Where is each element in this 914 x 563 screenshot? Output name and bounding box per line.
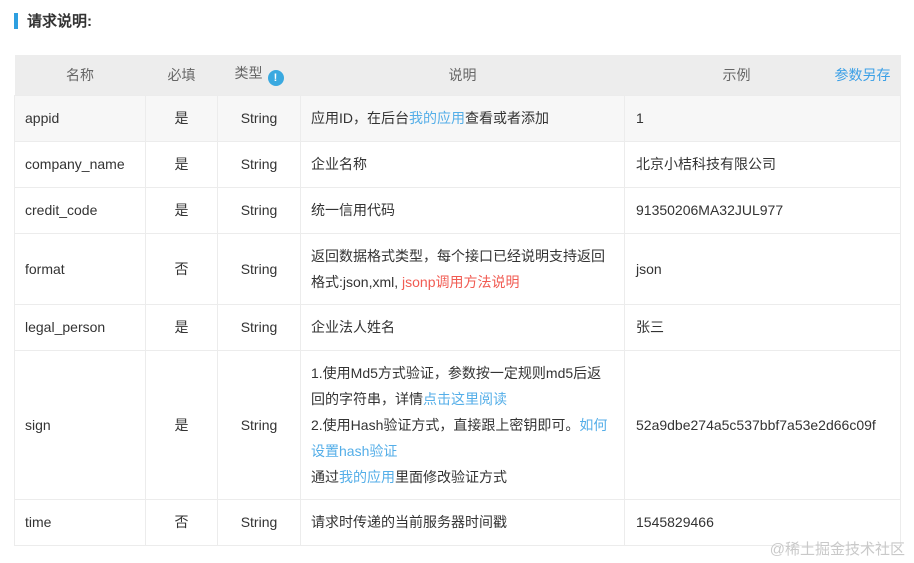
desc-text: 查看或者添加 xyxy=(465,110,549,126)
param-example: 1 xyxy=(624,94,901,142)
desc-line: 2.使用Hash验证方式，直接跟上密钥即可。如何设置hash验证 xyxy=(311,412,614,464)
save-params-link[interactable]: 参数另存 xyxy=(835,55,891,95)
param-required: 是 xyxy=(145,94,218,142)
section-title: 请求说明: xyxy=(14,10,92,31)
param-description: 统一信用代码 xyxy=(300,186,625,234)
param-required: 是 xyxy=(145,186,218,234)
param-description: 企业法人姓名 xyxy=(300,303,625,351)
desc-text: 企业名称 xyxy=(311,156,367,172)
type-info-icon[interactable]: ! xyxy=(267,70,284,87)
desc-line: 通过我的应用里面修改验证方式 xyxy=(311,464,614,490)
header-type-label: 类型 xyxy=(234,65,263,82)
param-required: 否 xyxy=(145,498,218,546)
table-row-legal-person[interactable]: legal_person 是 String 企业法人姓名 张三 xyxy=(14,303,901,351)
table-header-row: 名称 必填 类型! 说明 示例 参数另存 xyxy=(14,55,901,95)
param-name: appid xyxy=(14,94,146,142)
param-required: 否 xyxy=(145,232,218,305)
desc-text: 应用ID，在后台 xyxy=(311,110,409,126)
param-type: String xyxy=(217,232,301,305)
param-name: format xyxy=(14,232,146,305)
param-name: credit_code xyxy=(14,186,146,234)
my-apps-link[interactable]: 我的应用 xyxy=(409,110,465,126)
table-row-time[interactable]: time 否 String 请求时传递的当前服务器时间戳 1545829466 xyxy=(14,498,901,546)
desc-line: 1.使用Md5方式验证，参数按一定规则md5后返回的字符串，详情点击这里阅读 xyxy=(311,360,614,412)
param-type: String xyxy=(217,498,301,546)
param-description: 返回数据格式类型，每个接口已经说明支持返回格式:json,xml, jsonp调… xyxy=(300,232,625,305)
section-title-text: 请求说明: xyxy=(27,13,92,30)
header-description: 说明 xyxy=(300,55,625,95)
table-row-sign[interactable]: sign 是 String 1.使用Md5方式验证，参数按一定规则md5后返回的… xyxy=(14,349,901,500)
header-example-label: 示例 xyxy=(722,66,751,83)
param-required: 是 xyxy=(145,349,218,500)
param-description: 1.使用Md5方式验证，参数按一定规则md5后返回的字符串，详情点击这里阅读 2… xyxy=(300,349,625,500)
header-example: 示例 参数另存 xyxy=(624,55,901,95)
param-example: 北京小桔科技有限公司 xyxy=(624,140,901,188)
desc-text: 统一信用代码 xyxy=(311,202,395,218)
header-name: 名称 xyxy=(14,55,146,95)
table-row-format[interactable]: format 否 String 返回数据格式类型，每个接口已经说明支持返回格式:… xyxy=(14,232,901,305)
header-type: 类型! xyxy=(217,55,301,95)
header-required: 必填 xyxy=(145,55,218,95)
param-example: 张三 xyxy=(624,303,901,351)
table-row-appid[interactable]: appid 是 String 应用ID，在后台我的应用查看或者添加 1 xyxy=(14,94,901,142)
desc-text: 企业法人姓名 xyxy=(311,319,395,335)
param-example: 91350206MA32JUL977 xyxy=(624,186,901,234)
param-type: String xyxy=(217,140,301,188)
read-here-link[interactable]: 点击这里阅读 xyxy=(423,391,507,407)
param-type: String xyxy=(217,186,301,234)
param-name: sign xyxy=(14,349,146,500)
table-row-credit-code[interactable]: credit_code 是 String 统一信用代码 91350206MA32… xyxy=(14,186,901,234)
param-name: legal_person xyxy=(14,303,146,351)
title-accent-bar xyxy=(14,12,18,29)
param-type: String xyxy=(217,349,301,500)
param-type: String xyxy=(217,303,301,351)
param-type: String xyxy=(217,94,301,142)
param-description: 企业名称 xyxy=(300,140,625,188)
param-required: 是 xyxy=(145,303,218,351)
jsonp-usage-link[interactable]: jsonp调用方法说明 xyxy=(402,274,519,290)
param-required: 是 xyxy=(145,140,218,188)
watermark: @稀土掘金技术社区 xyxy=(769,541,905,558)
param-description: 应用ID，在后台我的应用查看或者添加 xyxy=(300,94,625,142)
param-description: 请求时传递的当前服务器时间戳 xyxy=(300,498,625,546)
desc-text: 里面修改验证方式 xyxy=(395,468,507,485)
my-apps-link[interactable]: 我的应用 xyxy=(339,469,395,485)
request-params-table: 名称 必填 类型! 说明 示例 参数另存 appid 是 String 应用ID… xyxy=(14,55,901,546)
desc-text: 2.使用Hash验证方式，直接跟上密钥即可。 xyxy=(311,416,580,433)
param-name: company_name xyxy=(14,140,146,188)
desc-text: 请求时传递的当前服务器时间戳 xyxy=(311,514,507,530)
desc-text: 通过 xyxy=(311,468,339,485)
param-name: time xyxy=(14,498,146,546)
param-example: 52a9dbe274a5c537bbf7a53e2d66c09f xyxy=(624,349,901,500)
table-row-company-name[interactable]: company_name 是 String 企业名称 北京小桔科技有限公司 xyxy=(14,140,901,188)
param-example: json xyxy=(624,232,901,305)
